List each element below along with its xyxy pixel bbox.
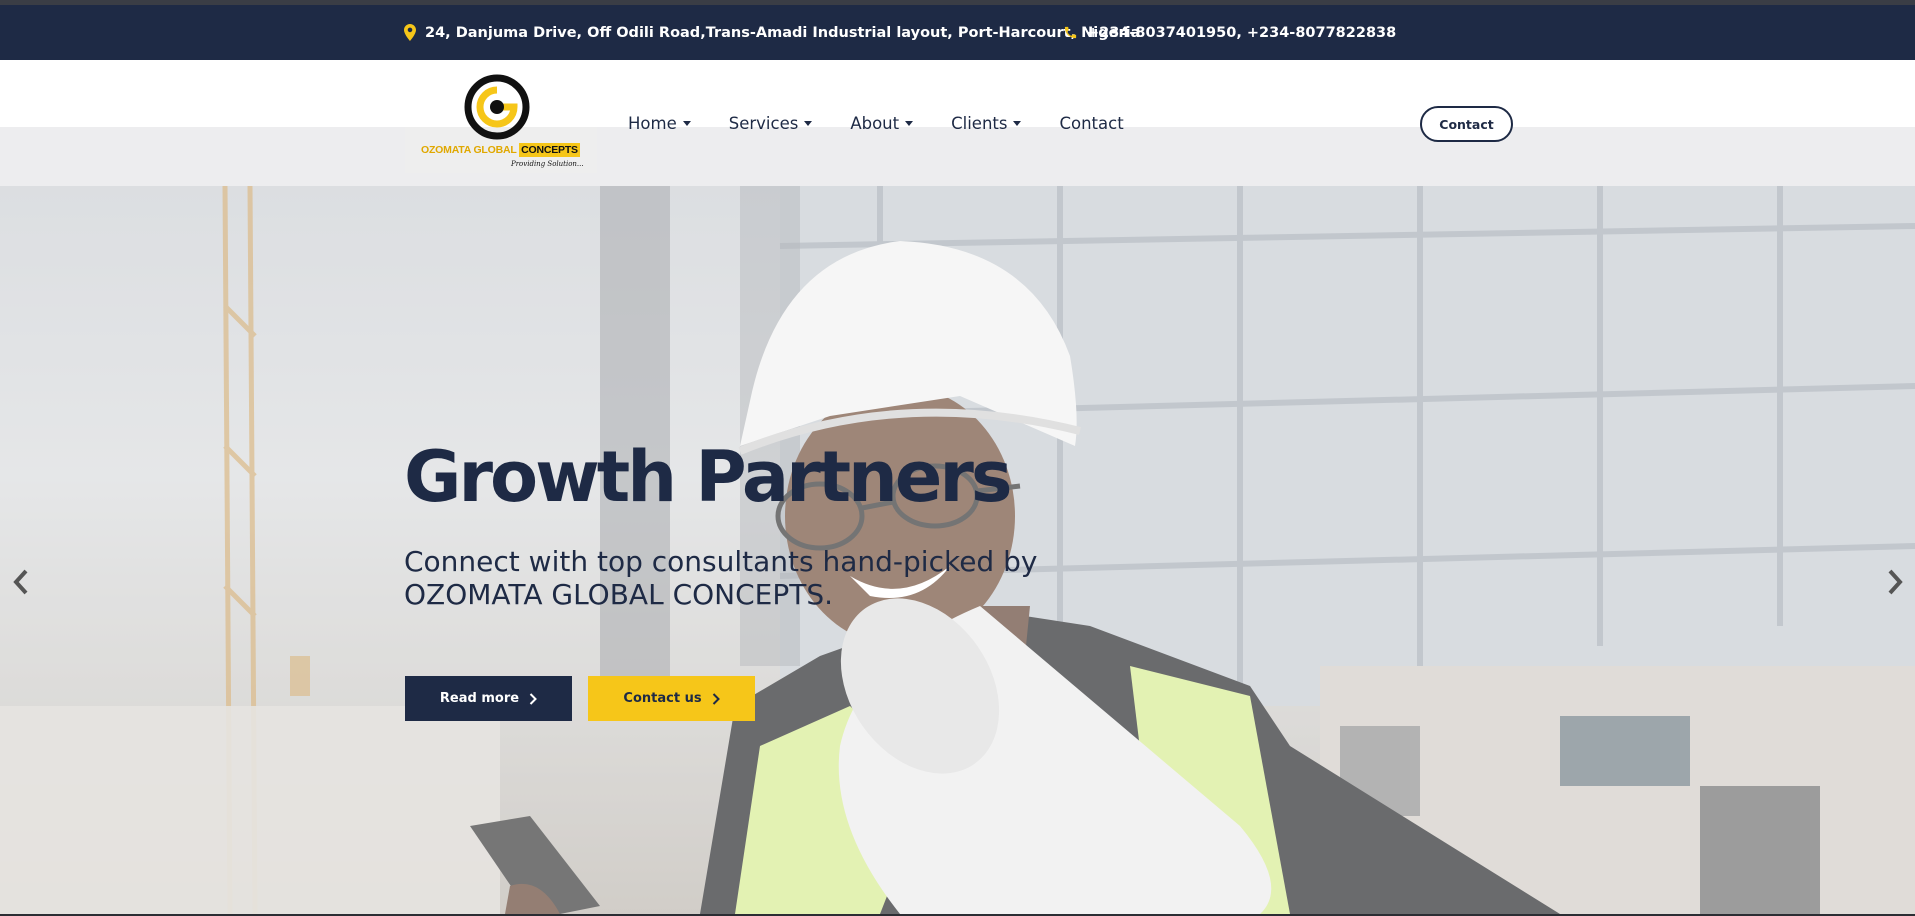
chevron-left-icon: [13, 569, 28, 595]
logo-wordmark: OZOMATA GLOBAL CONCEPTS: [421, 143, 580, 157]
map-pin-icon: [404, 24, 416, 41]
nav-item-contact[interactable]: Contact: [1059, 114, 1123, 133]
slider-prev-button[interactable]: [6, 564, 36, 600]
nav-item-services[interactable]: Services: [729, 114, 813, 133]
nav-item-clients[interactable]: Clients: [951, 114, 1022, 133]
chevron-right-icon: [712, 692, 720, 705]
nav-item-about[interactable]: About: [850, 114, 914, 133]
slider-next-button[interactable]: [1880, 564, 1910, 600]
logo-tagline: Providing Solution...: [511, 160, 584, 168]
nav-item-home[interactable]: Home: [628, 114, 691, 133]
caret-down-icon: [682, 120, 691, 126]
hero-slider: Growth Partners Connect with top consult…: [0, 186, 1915, 914]
caret-down-icon: [905, 120, 914, 126]
logo-mark-icon: [464, 74, 530, 140]
address-text: 24, Danjuma Drive, Off Odili Road,Trans-…: [425, 24, 1141, 41]
company-logo[interactable]: OZOMATA GLOBAL CONCEPTS Providing Soluti…: [405, 63, 597, 173]
caret-down-icon: [1013, 120, 1022, 126]
phone-text: +234-8037401950, +234-8077822838: [1087, 24, 1397, 41]
hero-subtitle: Connect with top consultants hand-picked…: [404, 545, 1038, 611]
caret-down-icon: [804, 120, 813, 126]
main-nav: Home Services About Clients Contact: [628, 60, 1162, 186]
chevron-right-icon: [1888, 569, 1903, 595]
contact-us-button[interactable]: Contact us: [588, 676, 755, 721]
site-header: OZOMATA GLOBAL CONCEPTS Providing Soluti…: [0, 60, 1915, 186]
chevron-right-icon: [529, 692, 537, 705]
header-contact-button[interactable]: Contact: [1420, 106, 1513, 142]
phone-icon: [1064, 26, 1077, 39]
hero-title: Growth Partners: [404, 436, 1013, 518]
read-more-button[interactable]: Read more: [405, 676, 572, 721]
top-info-bar: 24, Danjuma Drive, Off Odili Road,Trans-…: [0, 5, 1915, 60]
phone-info: +234-8037401950, +234-8077822838: [1063, 5, 1396, 60]
address-info: 24, Danjuma Drive, Off Odili Road,Trans-…: [404, 5, 1140, 60]
